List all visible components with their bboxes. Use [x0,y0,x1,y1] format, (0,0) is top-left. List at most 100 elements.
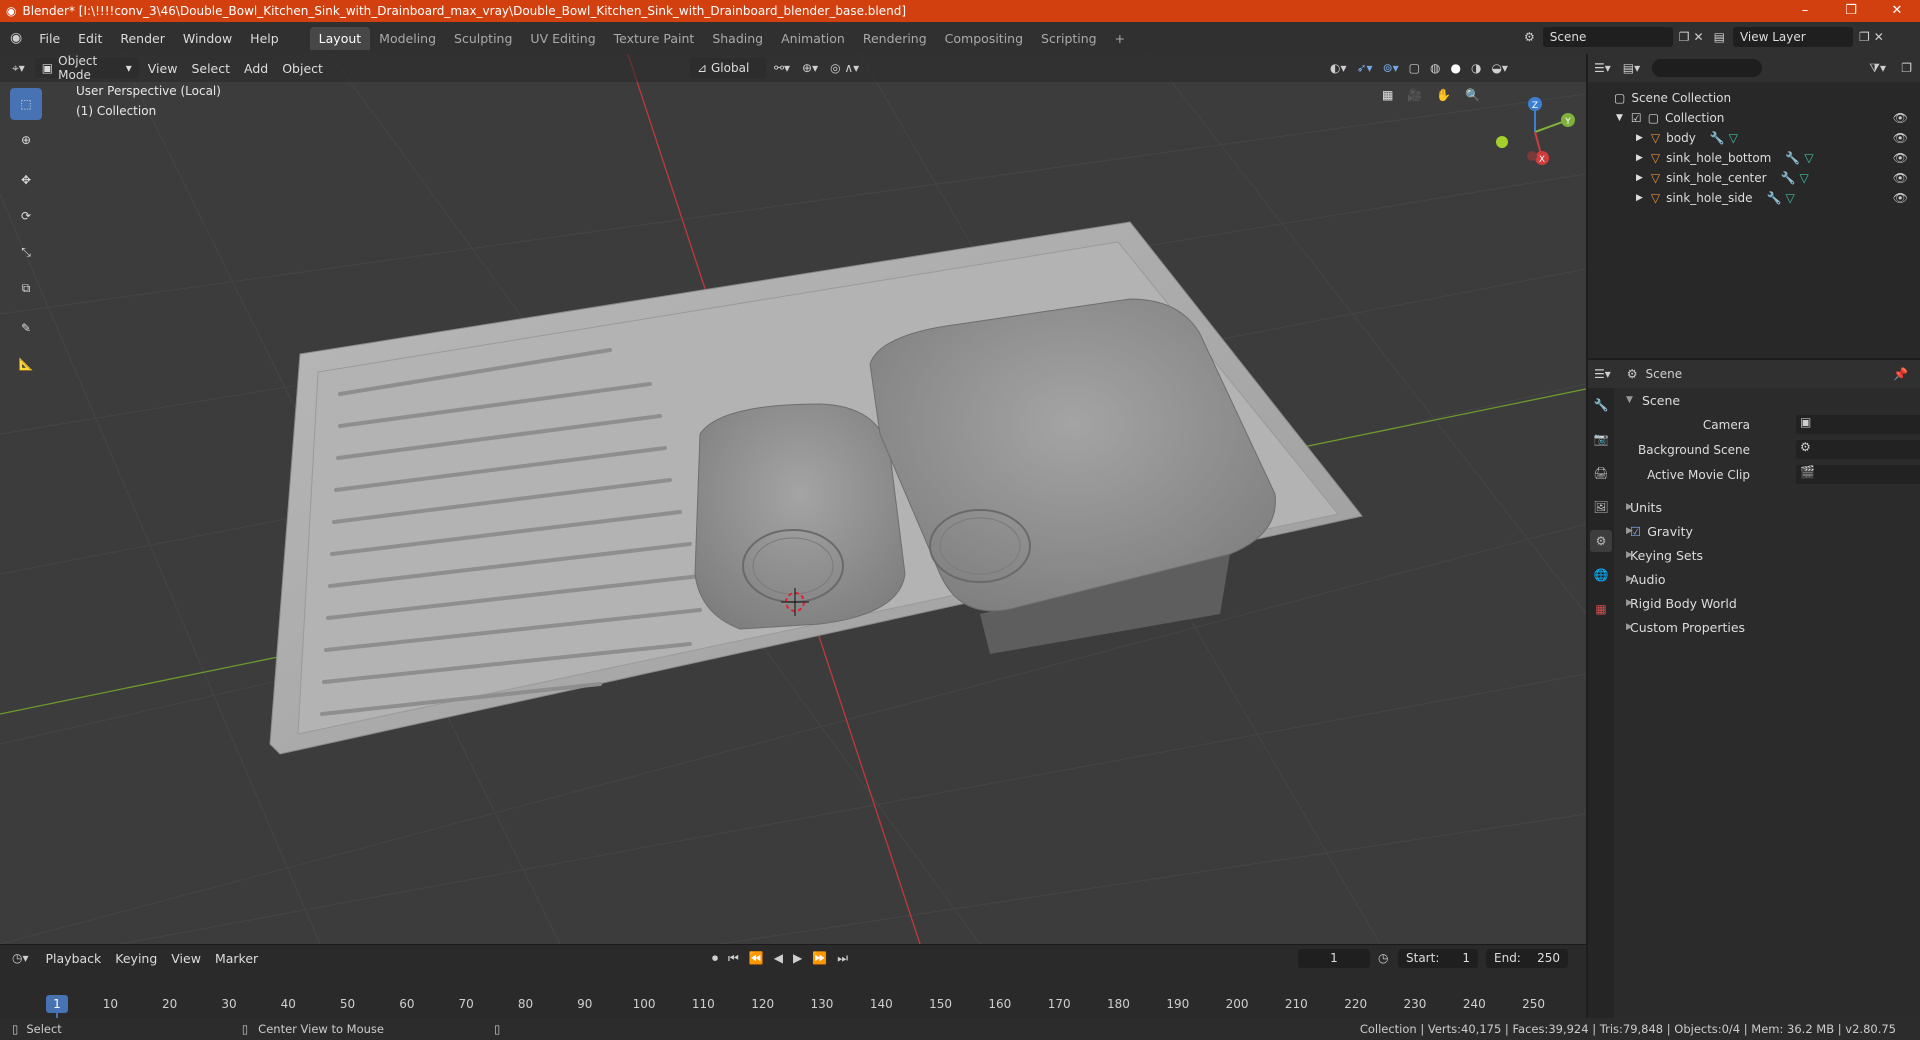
tab-shading[interactable]: Shading [703,27,772,50]
jump-end-icon[interactable]: ⏭ [837,951,848,966]
timeline-menu-marker[interactable]: Marker [208,951,265,966]
expand-arrow-icon[interactable]: ▶ [1636,173,1643,183]
mesh-data-icon[interactable]: ▽ [1804,151,1813,165]
tab-rendering[interactable]: Rendering [854,27,936,50]
xray-icon[interactable]: ▢ [1409,61,1420,75]
viewport-menu-add[interactable]: Add [237,61,275,76]
audio-section[interactable]: ▶ Audio [1614,567,1920,591]
visibility-icon[interactable]: ◐▾ [1330,61,1347,75]
viewport-menu-object[interactable]: Object [275,61,330,76]
maximize-icon[interactable]: ❐ [1828,0,1874,22]
expand-arrow-icon[interactable]: ▼ [1616,113,1623,123]
zoom-icon[interactable]: 🔍 [1465,88,1480,102]
play-reverse-icon[interactable]: ◀ [774,951,783,965]
outliner-search-input[interactable] [1652,59,1763,77]
annotate-icon[interactable]: ✎ [10,312,42,344]
tree-item-sink-hole-center[interactable]: ▶ ▽ sink_hole_center 🔧 ▽ 👁 [1588,168,1920,188]
modifier-icon[interactable]: 🔧 [1710,131,1725,145]
mode-selector[interactable]: ▣ Object Mode ▾ [34,54,139,82]
transform-icon[interactable]: ⧉ [10,272,42,304]
tree-item-sink-hole-side[interactable]: ▶ ▽ sink_hole_side 🔧 ▽ 👁 [1588,188,1920,208]
view-layer-tab-icon[interactable]: 🖼 [1590,496,1612,518]
menu-file[interactable]: File [30,31,69,46]
units-section[interactable]: ▶ Units [1614,495,1920,519]
rendered-shading-icon[interactable]: ◒▾ [1491,61,1508,75]
start-frame-field[interactable]: Start: 1 [1398,948,1478,968]
timeline-ruler[interactable]: 1 10 20 30 40 50 60 70 80 90 100 110 120 130 140 150 160… [0,971,1586,1034]
timeline-menu-keying[interactable]: Keying [108,951,164,966]
end-frame-field[interactable]: End: 250 [1486,948,1568,968]
modifier-icon[interactable]: 🔧 [1781,171,1796,185]
small-bowl[interactable] [694,403,906,630]
render-tab-icon[interactable]: 📷 [1590,428,1612,450]
tab-animation[interactable]: Animation [772,27,854,50]
gravity-section[interactable]: ▶ ☑ Gravity [1614,519,1920,543]
texture-tab-icon[interactable]: ▦ [1590,598,1612,620]
tool-tab-icon[interactable]: 🔧 [1590,394,1612,416]
scale-icon[interactable]: ⤡ [10,236,42,268]
add-workspace-icon[interactable]: + [1106,27,1134,50]
expand-arrow-icon[interactable]: ▶ [1636,133,1643,143]
tab-modeling[interactable]: Modeling [370,27,445,50]
proportional-edit-icon[interactable]: ◎ ∧▾ [830,61,859,75]
scene-icon[interactable]: ⚙ [1524,30,1535,44]
pan-hand-icon[interactable]: ✋ [1436,88,1451,102]
keying-sets-section[interactable]: ▶ Keying Sets [1614,543,1920,567]
rigid-body-world-section[interactable]: ▶ Rigid Body World [1614,591,1920,615]
material-shading-icon[interactable]: ◑ [1471,61,1481,75]
outliner-editor-icon[interactable]: ☰▾ [1594,61,1611,75]
blender-menu-icon[interactable]: ◉ [0,30,30,46]
mesh-data-icon[interactable]: ▽ [1729,131,1738,145]
world-tab-icon[interactable]: 🌐 [1590,564,1612,586]
eye-icon[interactable]: 👁 [1893,191,1908,205]
overlay-icon[interactable]: ⊚▾ [1383,61,1399,75]
select-box-icon[interactable]: ⬚ [10,88,42,120]
editor-type-icon[interactable]: ⌖▾ [12,61,25,76]
delete-view-layer-icon[interactable]: ✕ [1874,30,1884,44]
eye-icon[interactable]: 👁 [1893,131,1908,145]
cursor-icon[interactable]: ⊕ [10,124,42,156]
menu-render[interactable]: Render [111,31,174,46]
tab-compositing[interactable]: Compositing [936,27,1032,50]
jump-start-icon[interactable]: ⏮ [728,951,739,966]
display-mode-icon[interactable]: ▤▾ [1623,61,1640,75]
current-frame-field[interactable]: 1 [1298,948,1370,968]
view-layer-icon[interactable]: ▤ [1714,30,1725,44]
expand-arrow-icon[interactable]: ▶ [1636,193,1643,203]
scene-tab-icon[interactable]: ⚙ [1590,530,1612,552]
eye-icon[interactable]: 👁 [1893,151,1908,165]
tree-item-sink-hole-bottom[interactable]: ▶ ▽ sink_hole_bottom 🔧 ▽ 👁 [1588,148,1920,168]
timeline-menu-playback[interactable]: Playback [39,951,109,966]
pivot-icon[interactable]: ⚯▾ [774,61,790,75]
active-movie-clip-field[interactable]: 🎬 [1796,465,1920,484]
close-icon[interactable]: ✕ [1874,0,1920,22]
properties-editor-icon[interactable]: ☰▾ [1594,367,1611,381]
tree-scene-collection[interactable]: ▢ Scene Collection [1588,88,1920,108]
toggle-perspective-icon[interactable]: ▦ [1382,88,1393,102]
camera-field[interactable]: ▣ [1796,415,1920,434]
new-view-layer-icon[interactable]: ❐ [1859,30,1870,44]
delete-scene-icon[interactable]: ✕ [1694,30,1704,44]
scene-panel-header[interactable]: ▼ Scene [1614,388,1920,412]
prev-keyframe-icon[interactable]: ⏪ [749,951,764,965]
measure-icon[interactable]: 📐 [10,348,42,380]
tab-uv-editing[interactable]: UV Editing [521,27,604,50]
scene-selector[interactable]: Scene [1542,27,1673,47]
menu-edit[interactable]: Edit [69,31,111,46]
timeline-menu-view[interactable]: View [164,951,208,966]
viewport-menu-select[interactable]: Select [184,61,237,76]
rotate-icon[interactable]: ⟳ [10,200,42,232]
clock-icon[interactable]: ◷ [1378,951,1388,965]
solid-shading-icon[interactable]: ● [1450,61,1460,75]
pin-icon[interactable]: 📌 [1893,367,1908,381]
next-keyframe-icon[interactable]: ⏩ [812,951,827,965]
modifier-icon[interactable]: 🔧 [1767,191,1782,205]
camera-view-icon[interactable]: 🎥 [1407,88,1422,102]
transform-orientation[interactable]: ⊿ Global [689,58,766,78]
3d-viewport[interactable]: ⌖▾ ▣ Object Mode ▾ View Select Add Objec… [0,54,1586,944]
tab-sculpting[interactable]: Sculpting [445,27,521,50]
tree-collection[interactable]: ▼ ☑ ▢ Collection 👁 [1588,108,1920,128]
background-scene-field[interactable]: ⚙ [1796,440,1920,459]
view-layer-selector[interactable]: View Layer [1732,27,1853,47]
custom-properties-section[interactable]: ▶ Custom Properties [1614,615,1920,639]
